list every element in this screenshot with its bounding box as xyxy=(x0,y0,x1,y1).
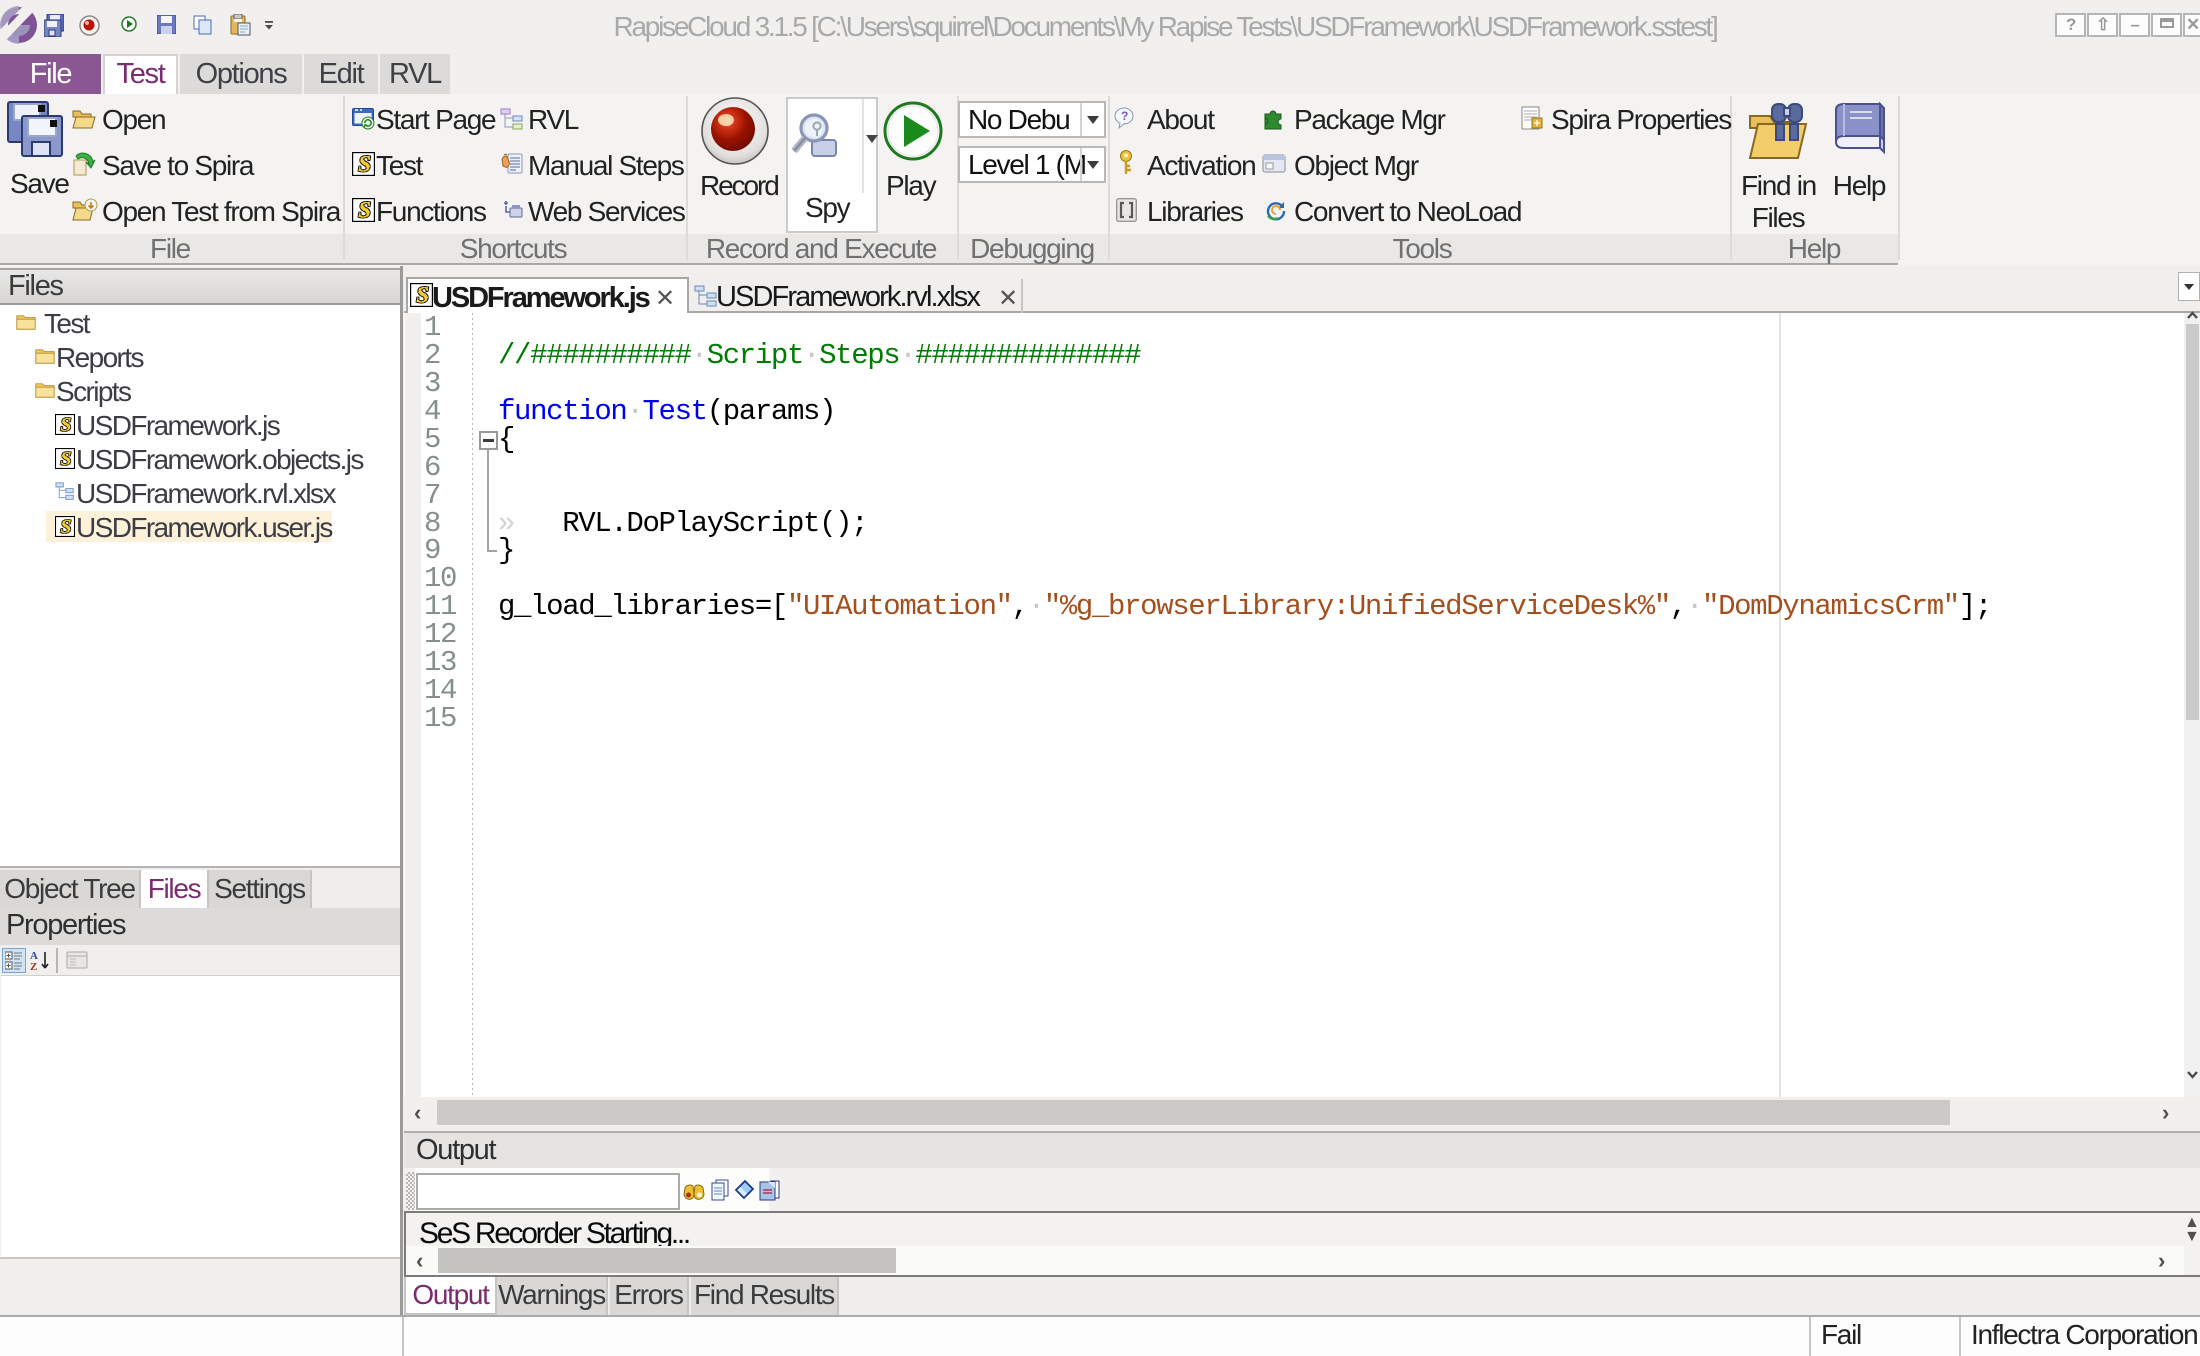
svg-text:S: S xyxy=(60,448,71,469)
svg-text:S: S xyxy=(416,283,428,307)
svg-text:Z: Z xyxy=(30,961,37,972)
svg-text:S: S xyxy=(358,198,370,222)
svg-text:S: S xyxy=(358,152,370,176)
svg-text:S: S xyxy=(60,516,71,537)
svg-text:S: S xyxy=(60,414,71,435)
svg-text:?: ? xyxy=(1121,109,1128,123)
